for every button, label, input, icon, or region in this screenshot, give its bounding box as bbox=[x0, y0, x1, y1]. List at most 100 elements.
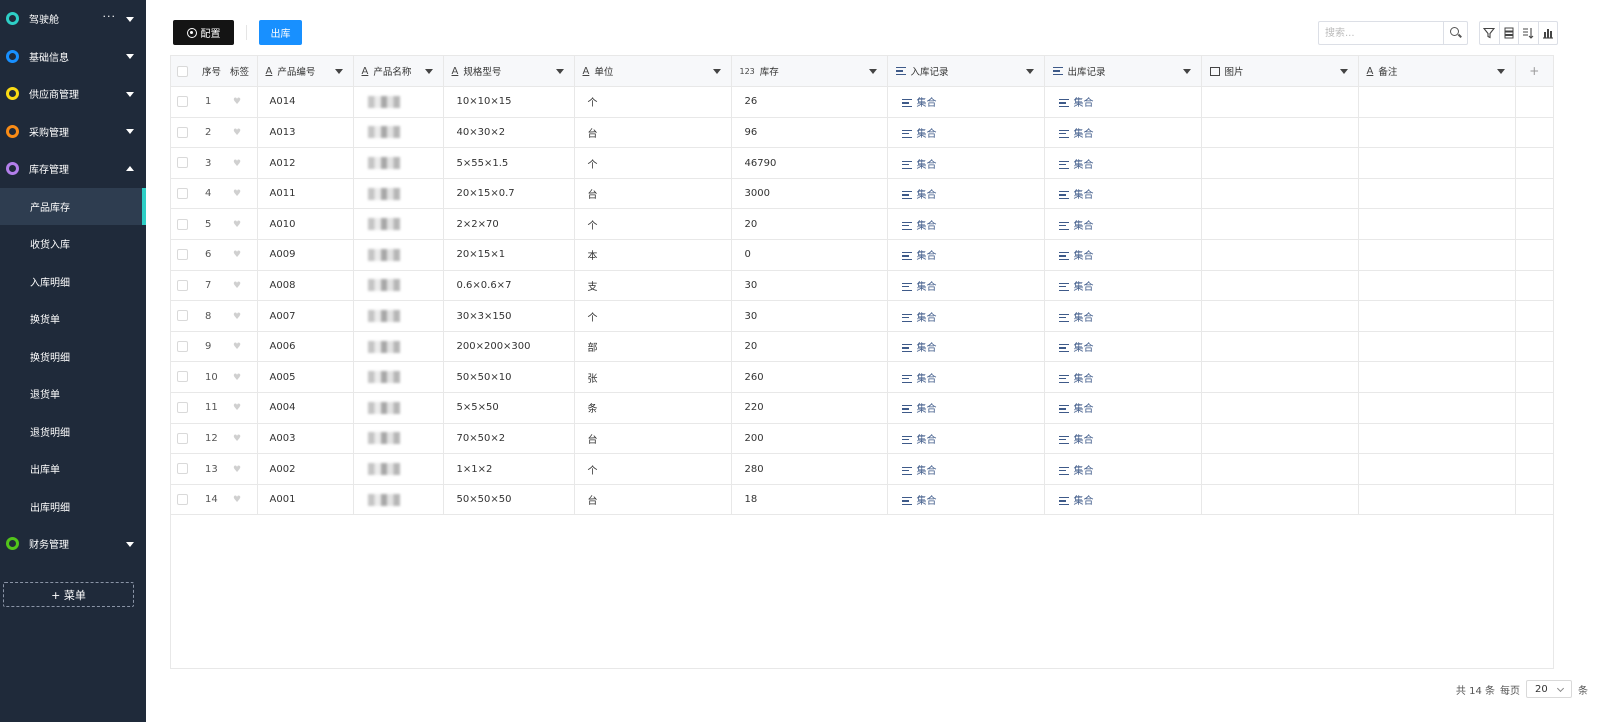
in-records-link[interactable]: 集合 bbox=[917, 221, 937, 232]
row-checkbox[interactable] bbox=[177, 249, 188, 261]
chevron-down-icon[interactable] bbox=[868, 69, 877, 75]
in-records-link[interactable]: 集合 bbox=[917, 190, 937, 201]
heart-icon[interactable]: ♥ bbox=[233, 128, 241, 138]
more-icon[interactable]: ··· bbox=[103, 10, 117, 23]
row-image[interactable] bbox=[1201, 270, 1359, 302]
row-remark[interactable] bbox=[1358, 178, 1516, 210]
row-remark[interactable] bbox=[1358, 300, 1516, 332]
row-image[interactable] bbox=[1201, 208, 1359, 241]
heart-icon[interactable]: ♥ bbox=[233, 189, 241, 199]
row-checkbox[interactable] bbox=[177, 432, 188, 444]
row-checkbox[interactable] bbox=[177, 463, 188, 475]
page-size-select[interactable]: 20 bbox=[1526, 680, 1572, 698]
row-remark[interactable] bbox=[1358, 392, 1516, 424]
header-unit[interactable]: A 单位 bbox=[574, 56, 732, 88]
select-all-checkbox[interactable] bbox=[177, 65, 188, 77]
in-records-link[interactable]: 集合 bbox=[917, 374, 937, 385]
sidebar-subitem-2[interactable]: 入库明细 bbox=[0, 263, 146, 301]
search-button[interactable] bbox=[1443, 22, 1467, 44]
out-records-link[interactable]: 集合 bbox=[1074, 466, 1094, 477]
sidebar-group-3[interactable]: 采购管理 bbox=[0, 113, 146, 151]
sidebar-group-2[interactable]: 供应商管理 bbox=[0, 75, 146, 113]
table-row[interactable]: 10 ♥ A005 50×50×10 张 260 集合 集合 bbox=[171, 361, 1553, 394]
row-remark[interactable] bbox=[1358, 331, 1516, 363]
heart-icon[interactable]: ♥ bbox=[233, 159, 241, 169]
table-row[interactable]: 12 ♥ A003 70×50×2 台 200 集合 集合 bbox=[171, 423, 1553, 455]
table-row[interactable]: 5 ♥ A010 2×2×70 个 20 集合 集合 bbox=[171, 208, 1553, 241]
header-stock[interactable]: 123 库存 bbox=[731, 56, 888, 88]
sidebar-subitem-7[interactable]: 出库单 bbox=[0, 450, 146, 488]
row-image[interactable] bbox=[1201, 361, 1359, 394]
sidebar-subitem-5[interactable]: 退货单 bbox=[0, 375, 146, 413]
row-checkbox[interactable] bbox=[177, 371, 188, 383]
chevron-down-icon[interactable] bbox=[1496, 69, 1505, 75]
add-column-button[interactable]: + bbox=[1515, 56, 1553, 88]
sidebar-group-0[interactable]: 驾驶舱 ··· bbox=[0, 0, 146, 38]
sidebar-subitem-1[interactable]: 收货入库 bbox=[0, 225, 146, 263]
in-records-link[interactable]: 集合 bbox=[917, 313, 937, 324]
table-row[interactable]: 9 ♥ A006 200×200×300 部 20 集合 集合 bbox=[171, 331, 1553, 363]
row-image[interactable] bbox=[1201, 423, 1359, 455]
out-records-link[interactable]: 集合 bbox=[1074, 282, 1094, 293]
in-records-link[interactable]: 集合 bbox=[917, 282, 937, 293]
in-records-link[interactable]: 集合 bbox=[917, 496, 937, 507]
row-checkbox[interactable] bbox=[177, 96, 188, 108]
row-image[interactable] bbox=[1201, 117, 1359, 149]
in-records-link[interactable]: 集合 bbox=[917, 160, 937, 171]
heart-icon[interactable]: ♥ bbox=[233, 403, 241, 413]
heart-icon[interactable]: ♥ bbox=[233, 373, 241, 383]
in-records-link[interactable]: 集合 bbox=[917, 251, 937, 262]
row-image[interactable] bbox=[1201, 86, 1359, 118]
chevron-down-icon[interactable] bbox=[712, 69, 721, 75]
row-checkbox[interactable] bbox=[177, 493, 188, 505]
outbound-button[interactable]: 出库 bbox=[259, 20, 302, 45]
search-input[interactable] bbox=[1319, 22, 1445, 44]
row-remark[interactable] bbox=[1358, 453, 1516, 485]
chevron-down-icon[interactable] bbox=[1025, 69, 1034, 75]
out-records-link[interactable]: 集合 bbox=[1074, 374, 1094, 385]
header-out-records[interactable]: 出库记录 bbox=[1044, 56, 1202, 88]
heart-icon[interactable]: ♥ bbox=[233, 465, 241, 475]
row-checkbox[interactable] bbox=[177, 279, 188, 291]
in-records-link[interactable]: 集合 bbox=[917, 435, 937, 446]
filter-button[interactable] bbox=[1480, 22, 1499, 44]
in-records-link[interactable]: 集合 bbox=[917, 343, 937, 354]
row-remark[interactable] bbox=[1358, 270, 1516, 302]
row-image[interactable] bbox=[1201, 147, 1359, 179]
chevron-down-icon[interactable] bbox=[555, 69, 564, 75]
table-row[interactable]: 7 ♥ A008 0.6×0.6×7 支 30 集合 集合 bbox=[171, 270, 1553, 302]
header-remark[interactable]: A 备注 bbox=[1358, 56, 1516, 88]
header-image[interactable]: 图片 bbox=[1201, 56, 1359, 88]
in-records-link[interactable]: 集合 bbox=[917, 129, 937, 140]
table-row[interactable]: 6 ♥ A009 20×15×1 本 0 集合 集合 bbox=[171, 239, 1553, 271]
table-row[interactable]: 1 ♥ A014 10×10×15 个 26 集合 集合 bbox=[171, 86, 1553, 118]
row-image[interactable] bbox=[1201, 392, 1359, 424]
sort-button[interactable] bbox=[1518, 22, 1538, 44]
add-menu-button[interactable]: + 菜单 bbox=[3, 582, 134, 607]
out-records-link[interactable]: 集合 bbox=[1074, 496, 1094, 507]
sidebar-subitem-6[interactable]: 退货明细 bbox=[0, 413, 146, 451]
heart-icon[interactable]: ♥ bbox=[233, 220, 241, 230]
row-image[interactable] bbox=[1201, 484, 1359, 516]
heart-icon[interactable]: ♥ bbox=[233, 495, 241, 505]
row-checkbox[interactable] bbox=[177, 126, 188, 138]
heart-icon[interactable]: ♥ bbox=[233, 97, 241, 107]
table-row[interactable]: 8 ♥ A007 30×3×150 个 30 集合 集合 bbox=[171, 300, 1553, 332]
sidebar-subitem-4[interactable]: 换货明细 bbox=[0, 338, 146, 376]
out-records-link[interactable]: 集合 bbox=[1074, 129, 1094, 140]
header-spec[interactable]: A 规格型号 bbox=[443, 56, 575, 88]
in-records-link[interactable]: 集合 bbox=[917, 466, 937, 477]
row-remark[interactable] bbox=[1358, 361, 1516, 394]
table-row[interactable]: 11 ♥ A004 5×5×50 条 220 集合 集合 bbox=[171, 392, 1553, 424]
heart-icon[interactable]: ♥ bbox=[233, 312, 241, 322]
group-button[interactable] bbox=[1498, 22, 1519, 44]
table-row[interactable]: 14 ♥ A001 50×50×50 台 18 集合 集合 bbox=[171, 484, 1553, 516]
header-in-records[interactable]: 入库记录 bbox=[887, 56, 1045, 88]
row-remark[interactable] bbox=[1358, 147, 1516, 179]
sidebar-subitem-3[interactable]: 换货单 bbox=[0, 300, 146, 338]
row-checkbox[interactable] bbox=[177, 402, 188, 414]
heart-icon[interactable]: ♥ bbox=[233, 281, 241, 291]
row-remark[interactable] bbox=[1358, 208, 1516, 241]
sidebar-group-finance[interactable]: 财务管理 bbox=[0, 525, 146, 563]
sidebar-group-1[interactable]: 基础信息 bbox=[0, 38, 146, 76]
